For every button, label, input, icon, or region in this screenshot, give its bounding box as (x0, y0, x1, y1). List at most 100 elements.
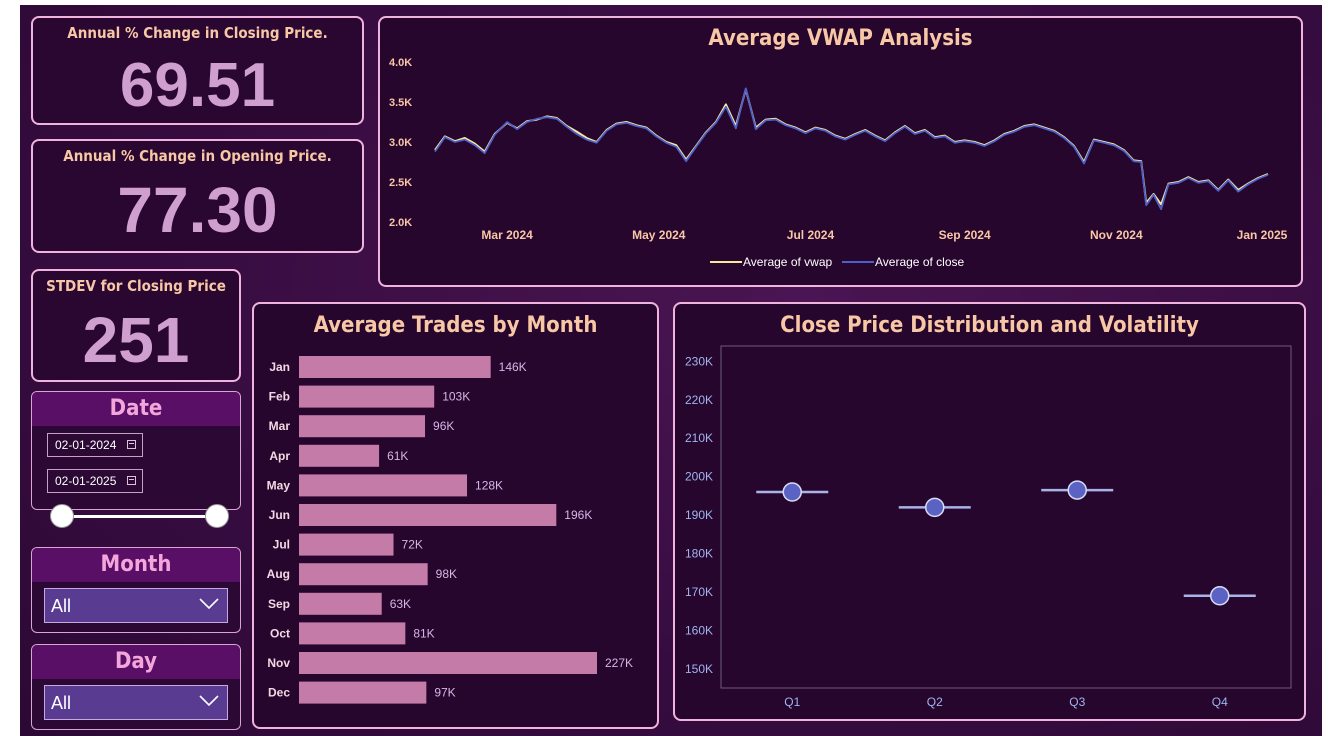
category-label: Jun (269, 508, 290, 522)
data-label: 227K (605, 656, 633, 670)
bar (299, 385, 435, 408)
bar (299, 504, 557, 526)
y-tick-label: 150K (685, 662, 713, 676)
y-tick-label: 3.0K (389, 137, 412, 149)
bar (299, 356, 491, 378)
kpi-value: 251 (82, 304, 190, 376)
x-tick-label: Nov 2024 (1090, 228, 1143, 242)
data-point (925, 497, 945, 518)
start-date-input[interactable]: 02-01-2024 (47, 433, 143, 457)
data-label: 128K (475, 478, 503, 492)
kpi-title: STDEV for Closing Price (46, 277, 226, 295)
month-slicer: Month All (31, 547, 241, 633)
bar (299, 681, 427, 704)
category-label: May (267, 478, 291, 492)
date-range-start-handle[interactable] (50, 504, 74, 528)
y-tick-label: 210K (685, 431, 713, 445)
slicer-title: Day (32, 645, 240, 679)
data-label: 103K (442, 390, 470, 404)
x-tick-label: Q2 (927, 695, 943, 709)
y-tick-label: 170K (685, 585, 713, 599)
category-label: Nov (267, 656, 290, 670)
plot-area-frame (720, 345, 1292, 689)
kpi-card-close-change: Annual % Change in Closing Price. 69.51 (31, 16, 364, 125)
category-label: Apr (269, 449, 290, 463)
data-label: 146K (499, 360, 527, 374)
bar (299, 444, 380, 467)
data-label: 63K (390, 597, 411, 611)
x-tick-label: Q1 (784, 695, 800, 709)
y-tick-label: 4.0K (389, 57, 412, 69)
bar (299, 622, 406, 645)
x-tick-label: Mar 2024 (481, 228, 533, 242)
data-point (1210, 586, 1230, 606)
y-tick-label: 3.5K (389, 97, 412, 109)
chevron-down-icon[interactable] (199, 597, 219, 611)
end-date-value: 02-01-2025 (55, 474, 117, 488)
y-tick-label: 160K (685, 623, 713, 637)
category-label: Jul (273, 538, 290, 552)
legend-label: Average of close (875, 255, 964, 269)
day-slicer: Day All (31, 644, 241, 730)
data-point (782, 482, 802, 502)
y-tick-label: 220K (685, 393, 713, 407)
kpi-value: 69.51 (119, 51, 276, 120)
data-point (1067, 480, 1087, 500)
data-label: 196K (564, 508, 592, 522)
data-label: 98K (436, 567, 457, 581)
day-dropdown[interactable]: All (44, 685, 228, 720)
y-tick-label: 200K (685, 470, 713, 484)
bar (299, 533, 394, 556)
category-label: Oct (270, 626, 290, 640)
chevron-down-icon[interactable] (199, 694, 219, 708)
category-label: Feb (269, 390, 290, 404)
y-tick-label: 230K (685, 354, 713, 368)
data-label: 96K (433, 419, 454, 433)
date-slicer: Date 02-01-2024 02-01-2025 (31, 391, 241, 528)
month-dropdown[interactable]: All (44, 588, 228, 623)
y-tick-label: 180K (685, 547, 713, 561)
category-label: Mar (269, 419, 291, 433)
x-tick-label: Q4 (1212, 695, 1228, 709)
dashboard-canvas: Annual % Change in Closing Price. 69.51 … (20, 5, 1322, 736)
slicer-title: Month (32, 548, 240, 582)
kpi-card-stdev: STDEV for Closing Price 251 (31, 269, 241, 382)
y-tick-label: 2.5K (389, 177, 412, 189)
slicer-title: Date (32, 392, 240, 426)
kpi-title: Annual % Change in Closing Price. (67, 24, 328, 42)
bar (299, 563, 428, 586)
vwap-line-chart: 4.0K 3.5K 3.0K 2.5K 2.0K Mar 2024 May 2024 Jul … (389, 57, 1288, 269)
category-label: Aug (267, 567, 290, 581)
legend-label: Average of vwap (743, 255, 832, 269)
x-tick-label: Jan 2025 (1237, 228, 1288, 242)
bar (299, 415, 426, 438)
month-selected: All (51, 596, 72, 616)
date-range-end-handle[interactable] (205, 504, 229, 528)
data-label: 81K (413, 626, 434, 640)
kpi-card-open-change: Annual % Change in Opening Price. 77.30 (31, 139, 364, 253)
end-date-input[interactable]: 02-01-2025 (47, 469, 143, 493)
x-tick-label: Q3 (1069, 695, 1085, 709)
category-label: Dec (268, 686, 290, 700)
series-line-vwap (434, 88, 1269, 206)
bar (299, 474, 468, 497)
kpi-value: 77.30 (117, 174, 278, 246)
vwap-chart-card: Average VWAP Analysis 4.0K 3.5K 3.0K 2.5K 2.… (378, 16, 1303, 287)
y-tick-label: 2.0K (389, 217, 412, 229)
bar (299, 652, 597, 674)
x-tick-label: May 2024 (632, 228, 686, 242)
category-label: Jan (269, 360, 290, 374)
start-date-value: 02-01-2024 (55, 438, 117, 452)
kpi-title: Annual % Change in Opening Price. (63, 147, 332, 165)
day-selected: All (51, 693, 72, 713)
x-tick-label: Jul 2024 (787, 228, 835, 242)
series-line-close (434, 87, 1269, 211)
volatility-scatter-chart: 230K 220K 210K 200K 190K 180K 170K 160K 150K Q1 Q2… (685, 345, 1292, 709)
bar (299, 592, 382, 615)
calendar-icon[interactable] (127, 440, 136, 449)
date-range-track (62, 515, 217, 518)
calendar-icon[interactable] (127, 476, 136, 485)
data-label: 72K (402, 538, 423, 552)
trades-bar-chart: Jan 146K Feb 103K Mar 96K Apr 61K May 128K Jun 196K… (267, 356, 633, 704)
category-label: Sep (268, 597, 290, 611)
